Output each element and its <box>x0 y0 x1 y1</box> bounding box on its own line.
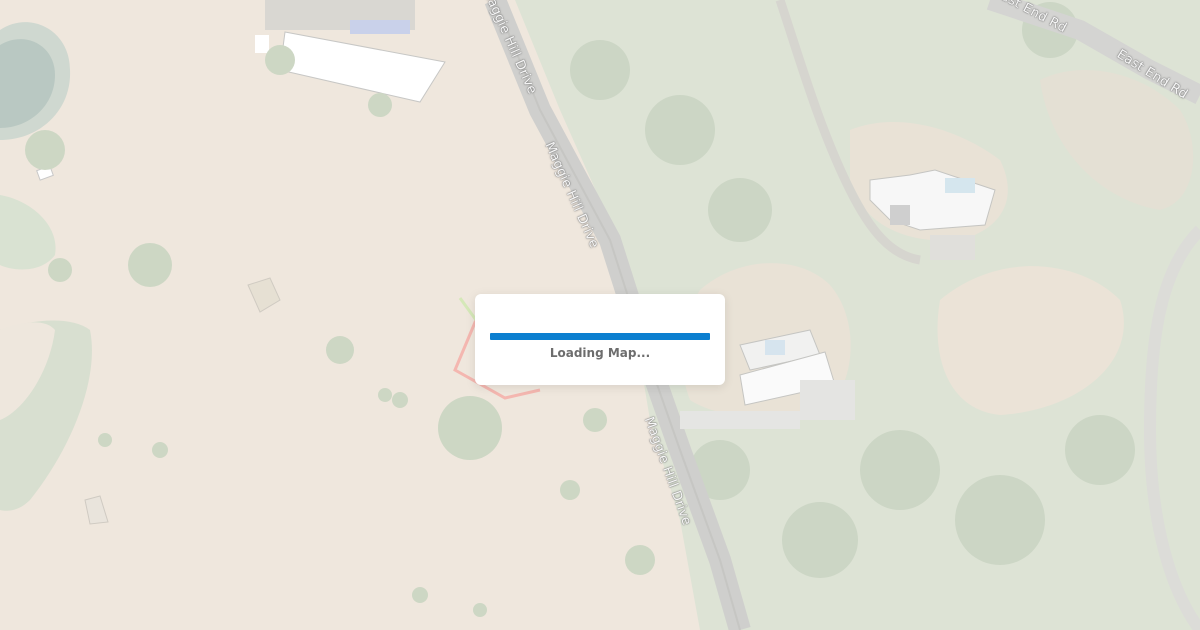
loading-progress-fill <box>490 333 710 340</box>
loading-text: Loading Map... <box>549 346 651 360</box>
loading-progress-bar <box>490 333 710 340</box>
loading-dialog: Loading Map... <box>475 294 725 385</box>
